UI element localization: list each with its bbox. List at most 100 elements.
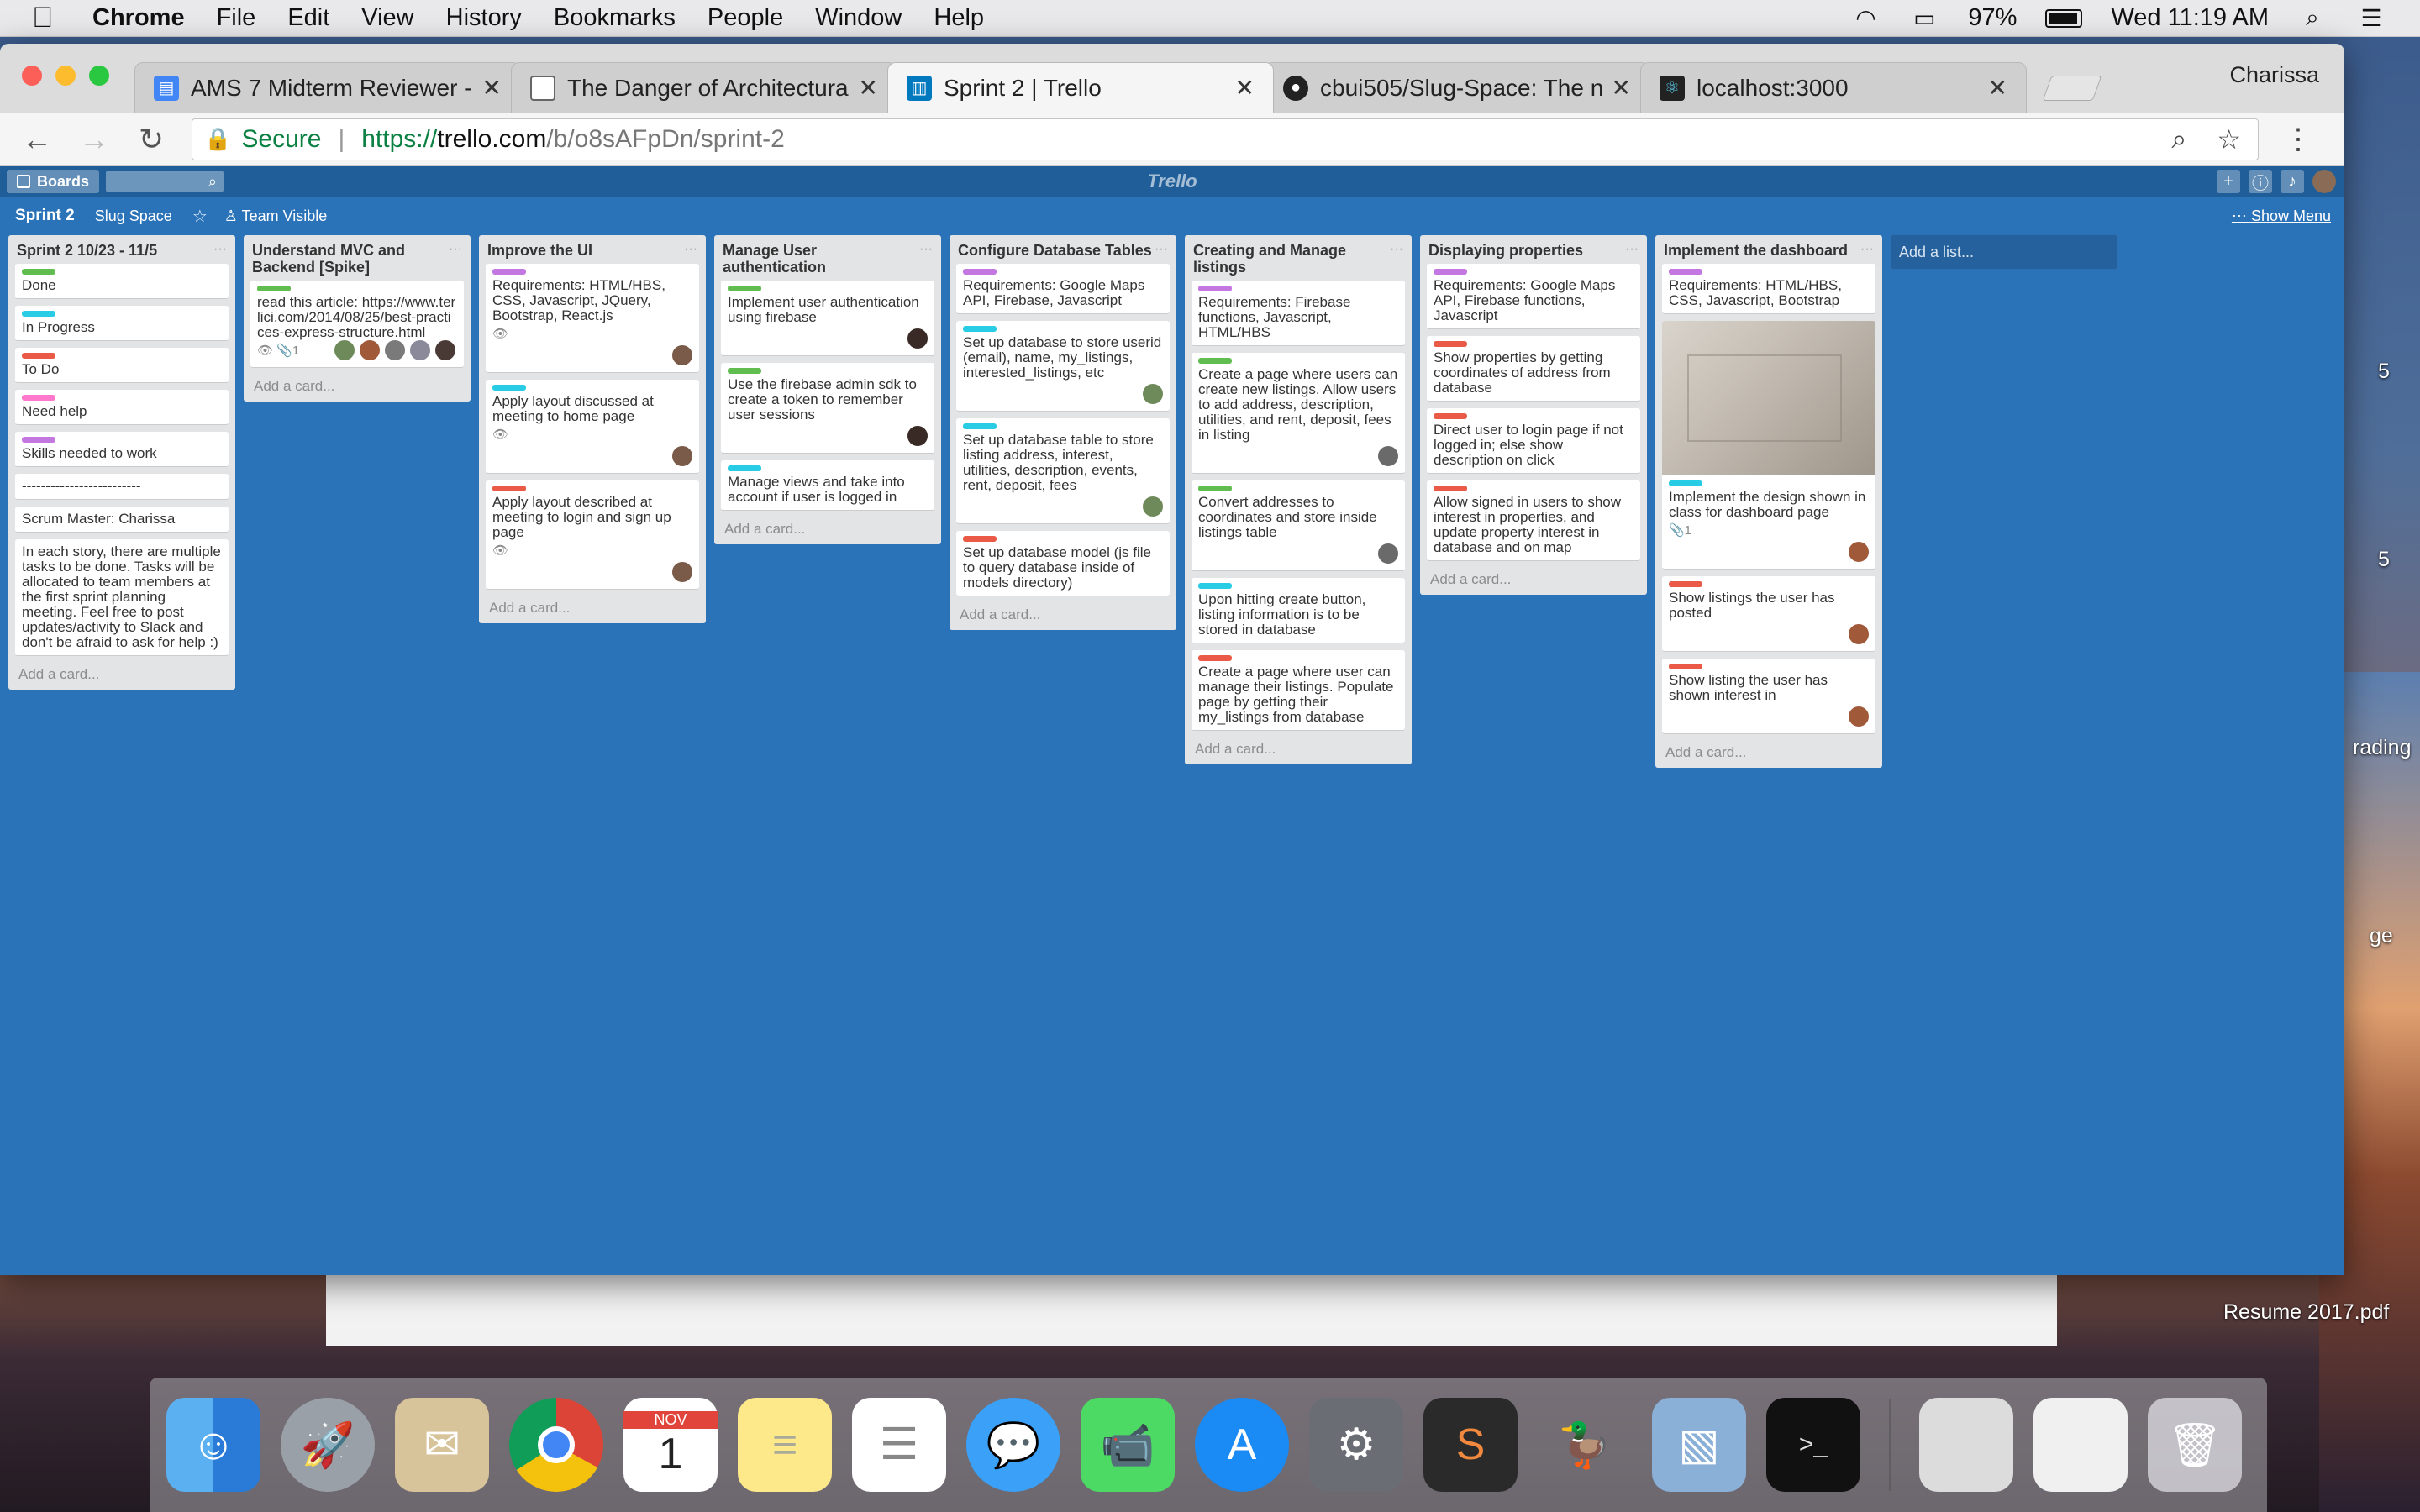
sublime-icon[interactable]: S [1423,1398,1518,1492]
member-avatar[interactable] [1847,540,1870,564]
card[interactable]: Need help [15,390,229,425]
calendar-icon[interactable]: NOV 1 [623,1398,718,1492]
add-card-button[interactable]: Add a card... [1427,568,1640,590]
card[interactable]: In Progress [15,306,229,341]
desktop-file-label[interactable]: Resume 2017.pdf [2223,1300,2389,1325]
card[interactable]: Manage views and take into account if us… [721,460,934,511]
list-title[interactable]: Understand MVC and Backend [Spike] [252,242,449,276]
member-avatar[interactable] [1376,542,1400,565]
apple-icon[interactable]:  [32,2,66,34]
profile-name[interactable]: Charissa [2229,62,2319,88]
member-avatar[interactable] [1847,622,1870,646]
list-title[interactable]: Manage User authentication [723,242,919,276]
chrome-menu-icon[interactable]: ⋮ [2284,123,2312,156]
card[interactable]: Requirements: HTML/HBS, CSS, Javascript,… [486,264,699,373]
forward-icon[interactable]: → [74,122,114,157]
terminal-icon[interactable]: >_ [1766,1398,1860,1492]
visibility-button[interactable]: ♙ Team Visible [224,207,328,225]
list-title[interactable]: Configure Database Tables [958,242,1152,259]
menu-window[interactable]: Window [815,4,902,32]
card[interactable]: Requirements: Google Maps API, Firebase,… [956,264,1170,314]
member-avatar[interactable] [671,560,694,584]
add-card-button[interactable]: Add a card... [250,375,464,396]
tab-ams7-reviewer[interactable]: ▤ AMS 7 Midterm Reviewer - Goo ✕ [134,62,521,113]
card[interactable]: Allow signed in users to show interest i… [1427,480,1640,561]
card[interactable]: ------------------------- [15,474,229,500]
downloads-stack-icon[interactable] [1919,1398,2013,1492]
battery-icon[interactable] [2045,8,2083,28]
tab-architectural-article[interactable]: The Danger of Architectural Te ✕ [511,62,897,113]
card[interactable]: Create a page where users can create new… [1192,353,1405,474]
member-avatar[interactable] [408,339,432,362]
close-tab-icon[interactable]: ✕ [1612,74,1631,102]
address-bar[interactable]: 🔒 Secure | https:// trello.com /b/o8sAFp… [192,118,2259,160]
list-title[interactable]: Displaying properties [1428,242,1583,259]
member-avatar[interactable] [1141,382,1165,406]
clock[interactable]: Wed 11:19 AM [2111,4,2269,32]
team-name[interactable]: Slug Space [95,207,172,225]
card[interactable]: Requirements: HTML/HBS, CSS, Javascript,… [1662,264,1876,314]
member-avatar[interactable] [333,339,356,362]
list-title[interactable]: Creating and Manage listings [1193,242,1390,276]
card[interactable]: To Do [15,348,229,383]
zoom-window-button[interactable] [89,66,109,86]
list-title[interactable]: Sprint 2 10/23 - 11/5 [17,242,157,259]
card[interactable]: Requirements: Firebase functions, Javasc… [1192,281,1405,346]
messages-icon[interactable]: 💬 [966,1398,1060,1492]
notification-center-icon[interactable]: ☰ [2356,5,2386,31]
facetime-icon[interactable]: 📹 [1081,1398,1175,1492]
app-store-icon[interactable]: A [1195,1398,1289,1492]
card[interactable]: Convert addresses to coordinates and sto… [1192,480,1405,571]
close-tab-icon[interactable]: ✕ [1235,74,1255,102]
cyberduck-icon[interactable]: 🦆 [1538,1398,1632,1492]
card[interactable]: Set up database table to store listing a… [956,418,1170,524]
list-menu-icon[interactable]: ··· [213,242,227,259]
trello-logo[interactable]: Trello [1147,171,1197,192]
board-name[interactable]: Sprint 2 [15,207,75,225]
card[interactable]: read this article: https://www.terlici.c… [250,281,464,368]
menu-bookmarks[interactable]: Bookmarks [554,4,676,32]
card[interactable]: Show properties by getting coordinates o… [1427,336,1640,402]
preview-icon[interactable]: ▧ [1652,1398,1746,1492]
list-menu-icon[interactable]: ··· [1625,242,1639,259]
member-avatar[interactable] [2312,170,2336,193]
list-menu-icon[interactable]: ··· [1390,242,1403,276]
member-avatar[interactable] [1847,705,1870,728]
card[interactable]: Create a page where user can manage thei… [1192,650,1405,731]
member-avatar[interactable] [383,339,407,362]
member-avatar[interactable] [434,339,457,362]
trash-icon[interactable]: 🗑 [2148,1398,2242,1492]
reminders-icon[interactable]: ☰ [852,1398,946,1492]
show-menu-button[interactable]: ⋯ Show Menu [2232,207,2331,225]
menu-history[interactable]: History [446,4,522,32]
card[interactable]: Show listings the user has posted [1662,576,1876,652]
card[interactable]: Apply layout described at meeting to log… [486,480,699,590]
notification-bell-icon[interactable]: ♪ [2281,170,2304,193]
star-board-icon[interactable]: ☆ [192,206,208,227]
add-card-button[interactable]: Add a card... [956,603,1170,625]
add-icon[interactable]: + [2217,170,2240,193]
member-avatar[interactable] [358,339,381,362]
board-search-input[interactable]: ⌕ [106,171,224,192]
new-tab-button[interactable] [2042,76,2102,101]
card[interactable]: Set up database to store userid (email),… [956,321,1170,412]
card[interactable]: Apply layout discussed at meeting to hom… [486,380,699,474]
member-avatar[interactable] [671,344,694,367]
back-icon[interactable]: ← [17,122,57,157]
close-tab-icon[interactable]: ✕ [482,74,502,102]
card[interactable]: Implement user authentication using fire… [721,281,934,356]
list-menu-icon[interactable]: ··· [449,242,462,276]
minimize-window-button[interactable] [55,66,76,86]
menu-view[interactable]: View [361,4,413,32]
zoom-icon[interactable]: ⌕ [2171,123,2186,155]
tab-github[interactable]: ● cbui505/Slug-Space: The new ✕ [1264,62,1650,113]
launchpad-icon[interactable]: 🚀 [281,1398,375,1492]
card[interactable]: Upon hitting create button, listing info… [1192,578,1405,643]
list-menu-icon[interactable]: ··· [919,242,933,276]
card[interactable]: Requirements: Google Maps API, Firebase … [1427,264,1640,329]
card[interactable]: Use the firebase admin sdk to create a t… [721,363,934,454]
boards-button[interactable]: Boards [7,170,100,193]
list-title[interactable]: Improve the UI [487,242,592,259]
member-avatar[interactable] [671,444,694,468]
member-avatar[interactable] [906,424,929,448]
